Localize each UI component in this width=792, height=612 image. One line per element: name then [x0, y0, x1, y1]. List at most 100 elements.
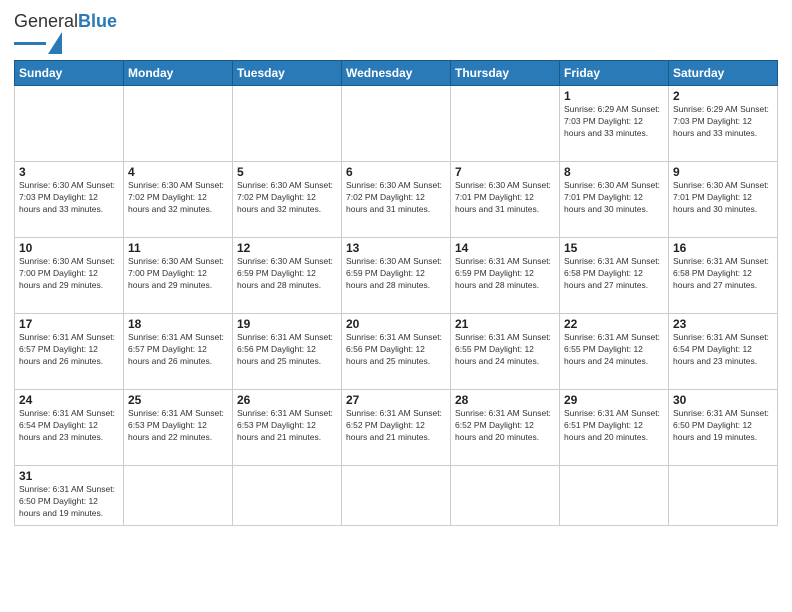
day-number: 17: [19, 317, 119, 331]
day-number: 21: [455, 317, 555, 331]
calendar-cell: 18Sunrise: 6:31 AM Sunset: 6:57 PM Dayli…: [124, 314, 233, 390]
weekday-header-cell: Thursday: [451, 61, 560, 86]
calendar-cell: 31Sunrise: 6:31 AM Sunset: 6:50 PM Dayli…: [15, 466, 124, 526]
calendar-cell: [233, 86, 342, 162]
day-info: Sunrise: 6:31 AM Sunset: 6:54 PM Dayligh…: [673, 332, 773, 368]
day-number: 24: [19, 393, 119, 407]
day-number: 9: [673, 165, 773, 179]
calendar-cell: 1Sunrise: 6:29 AM Sunset: 7:03 PM Daylig…: [560, 86, 669, 162]
weekday-header-cell: Tuesday: [233, 61, 342, 86]
calendar-cell: 23Sunrise: 6:31 AM Sunset: 6:54 PM Dayli…: [669, 314, 778, 390]
day-info: Sunrise: 6:30 AM Sunset: 7:02 PM Dayligh…: [128, 180, 228, 216]
weekday-header-cell: Wednesday: [342, 61, 451, 86]
day-number: 27: [346, 393, 446, 407]
header: GeneralBlue: [14, 12, 778, 54]
calendar-cell: 13Sunrise: 6:30 AM Sunset: 6:59 PM Dayli…: [342, 238, 451, 314]
day-number: 20: [346, 317, 446, 331]
day-number: 5: [237, 165, 337, 179]
calendar-cell: 5Sunrise: 6:30 AM Sunset: 7:02 PM Daylig…: [233, 162, 342, 238]
day-info: Sunrise: 6:31 AM Sunset: 6:58 PM Dayligh…: [673, 256, 773, 292]
day-info: Sunrise: 6:31 AM Sunset: 6:57 PM Dayligh…: [128, 332, 228, 368]
day-info: Sunrise: 6:30 AM Sunset: 7:01 PM Dayligh…: [673, 180, 773, 216]
day-info: Sunrise: 6:31 AM Sunset: 6:50 PM Dayligh…: [673, 408, 773, 444]
day-info: Sunrise: 6:31 AM Sunset: 6:57 PM Dayligh…: [19, 332, 119, 368]
calendar-cell: [342, 86, 451, 162]
calendar-cell: 12Sunrise: 6:30 AM Sunset: 6:59 PM Dayli…: [233, 238, 342, 314]
weekday-header-cell: Saturday: [669, 61, 778, 86]
logo-icon: [48, 32, 62, 54]
calendar-cell: 7Sunrise: 6:30 AM Sunset: 7:01 PM Daylig…: [451, 162, 560, 238]
day-number: 31: [19, 469, 119, 483]
day-info: Sunrise: 6:30 AM Sunset: 7:02 PM Dayligh…: [237, 180, 337, 216]
calendar-cell: 24Sunrise: 6:31 AM Sunset: 6:54 PM Dayli…: [15, 390, 124, 466]
day-info: Sunrise: 6:30 AM Sunset: 7:02 PM Dayligh…: [346, 180, 446, 216]
day-info: Sunrise: 6:30 AM Sunset: 7:00 PM Dayligh…: [19, 256, 119, 292]
day-number: 6: [346, 165, 446, 179]
calendar-week-row: 24Sunrise: 6:31 AM Sunset: 6:54 PM Dayli…: [15, 390, 778, 466]
calendar-cell: 20Sunrise: 6:31 AM Sunset: 6:56 PM Dayli…: [342, 314, 451, 390]
day-info: Sunrise: 6:31 AM Sunset: 6:51 PM Dayligh…: [564, 408, 664, 444]
day-number: 30: [673, 393, 773, 407]
calendar-cell: 19Sunrise: 6:31 AM Sunset: 6:56 PM Dayli…: [233, 314, 342, 390]
calendar-cell: 21Sunrise: 6:31 AM Sunset: 6:55 PM Dayli…: [451, 314, 560, 390]
calendar-cell: 27Sunrise: 6:31 AM Sunset: 6:52 PM Dayli…: [342, 390, 451, 466]
calendar-page: GeneralBlue SundayMondayTuesdayWednesday…: [0, 0, 792, 612]
calendar-cell: [124, 86, 233, 162]
day-number: 15: [564, 241, 664, 255]
day-number: 2: [673, 89, 773, 103]
calendar-week-row: 10Sunrise: 6:30 AM Sunset: 7:00 PM Dayli…: [15, 238, 778, 314]
day-number: 7: [455, 165, 555, 179]
day-info: Sunrise: 6:31 AM Sunset: 6:52 PM Dayligh…: [455, 408, 555, 444]
calendar-cell: [124, 466, 233, 526]
day-number: 26: [237, 393, 337, 407]
day-number: 22: [564, 317, 664, 331]
calendar-cell: [15, 86, 124, 162]
logo: GeneralBlue: [14, 12, 117, 54]
day-info: Sunrise: 6:31 AM Sunset: 6:58 PM Dayligh…: [564, 256, 664, 292]
calendar-table: SundayMondayTuesdayWednesdayThursdayFrid…: [14, 60, 778, 526]
calendar-cell: 22Sunrise: 6:31 AM Sunset: 6:55 PM Dayli…: [560, 314, 669, 390]
day-info: Sunrise: 6:29 AM Sunset: 7:03 PM Dayligh…: [673, 104, 773, 140]
calendar-cell: [451, 86, 560, 162]
day-info: Sunrise: 6:30 AM Sunset: 6:59 PM Dayligh…: [237, 256, 337, 292]
calendar-cell: 15Sunrise: 6:31 AM Sunset: 6:58 PM Dayli…: [560, 238, 669, 314]
day-number: 10: [19, 241, 119, 255]
calendar-cell: [669, 466, 778, 526]
day-info: Sunrise: 6:31 AM Sunset: 6:50 PM Dayligh…: [19, 484, 119, 520]
calendar-cell: 8Sunrise: 6:30 AM Sunset: 7:01 PM Daylig…: [560, 162, 669, 238]
day-info: Sunrise: 6:30 AM Sunset: 6:59 PM Dayligh…: [346, 256, 446, 292]
calendar-cell: 26Sunrise: 6:31 AM Sunset: 6:53 PM Dayli…: [233, 390, 342, 466]
day-info: Sunrise: 6:31 AM Sunset: 6:56 PM Dayligh…: [346, 332, 446, 368]
day-number: 1: [564, 89, 664, 103]
day-number: 23: [673, 317, 773, 331]
day-info: Sunrise: 6:30 AM Sunset: 7:01 PM Dayligh…: [564, 180, 664, 216]
logo-text: GeneralBlue: [14, 12, 117, 30]
calendar-cell: 14Sunrise: 6:31 AM Sunset: 6:59 PM Dayli…: [451, 238, 560, 314]
day-number: 11: [128, 241, 228, 255]
day-number: 12: [237, 241, 337, 255]
day-info: Sunrise: 6:31 AM Sunset: 6:54 PM Dayligh…: [19, 408, 119, 444]
calendar-cell: 4Sunrise: 6:30 AM Sunset: 7:02 PM Daylig…: [124, 162, 233, 238]
day-info: Sunrise: 6:30 AM Sunset: 7:01 PM Dayligh…: [455, 180, 555, 216]
calendar-week-row: 3Sunrise: 6:30 AM Sunset: 7:03 PM Daylig…: [15, 162, 778, 238]
calendar-cell: 6Sunrise: 6:30 AM Sunset: 7:02 PM Daylig…: [342, 162, 451, 238]
day-info: Sunrise: 6:31 AM Sunset: 6:56 PM Dayligh…: [237, 332, 337, 368]
calendar-cell: 29Sunrise: 6:31 AM Sunset: 6:51 PM Dayli…: [560, 390, 669, 466]
day-number: 29: [564, 393, 664, 407]
weekday-header-row: SundayMondayTuesdayWednesdayThursdayFrid…: [15, 61, 778, 86]
calendar-cell: 11Sunrise: 6:30 AM Sunset: 7:00 PM Dayli…: [124, 238, 233, 314]
weekday-header-cell: Friday: [560, 61, 669, 86]
calendar-cell: 10Sunrise: 6:30 AM Sunset: 7:00 PM Dayli…: [15, 238, 124, 314]
day-info: Sunrise: 6:31 AM Sunset: 6:53 PM Dayligh…: [237, 408, 337, 444]
calendar-cell: 2Sunrise: 6:29 AM Sunset: 7:03 PM Daylig…: [669, 86, 778, 162]
day-number: 28: [455, 393, 555, 407]
calendar-cell: 9Sunrise: 6:30 AM Sunset: 7:01 PM Daylig…: [669, 162, 778, 238]
calendar-cell: [560, 466, 669, 526]
day-number: 18: [128, 317, 228, 331]
calendar-cell: 30Sunrise: 6:31 AM Sunset: 6:50 PM Dayli…: [669, 390, 778, 466]
calendar-week-row: 17Sunrise: 6:31 AM Sunset: 6:57 PM Dayli…: [15, 314, 778, 390]
day-info: Sunrise: 6:31 AM Sunset: 6:52 PM Dayligh…: [346, 408, 446, 444]
calendar-week-row: 1 Sunrise: 6:29 AM Sunset: 7:03 PM Daylig…: [15, 86, 778, 162]
day-number: 16: [673, 241, 773, 255]
calendar-cell: [342, 466, 451, 526]
